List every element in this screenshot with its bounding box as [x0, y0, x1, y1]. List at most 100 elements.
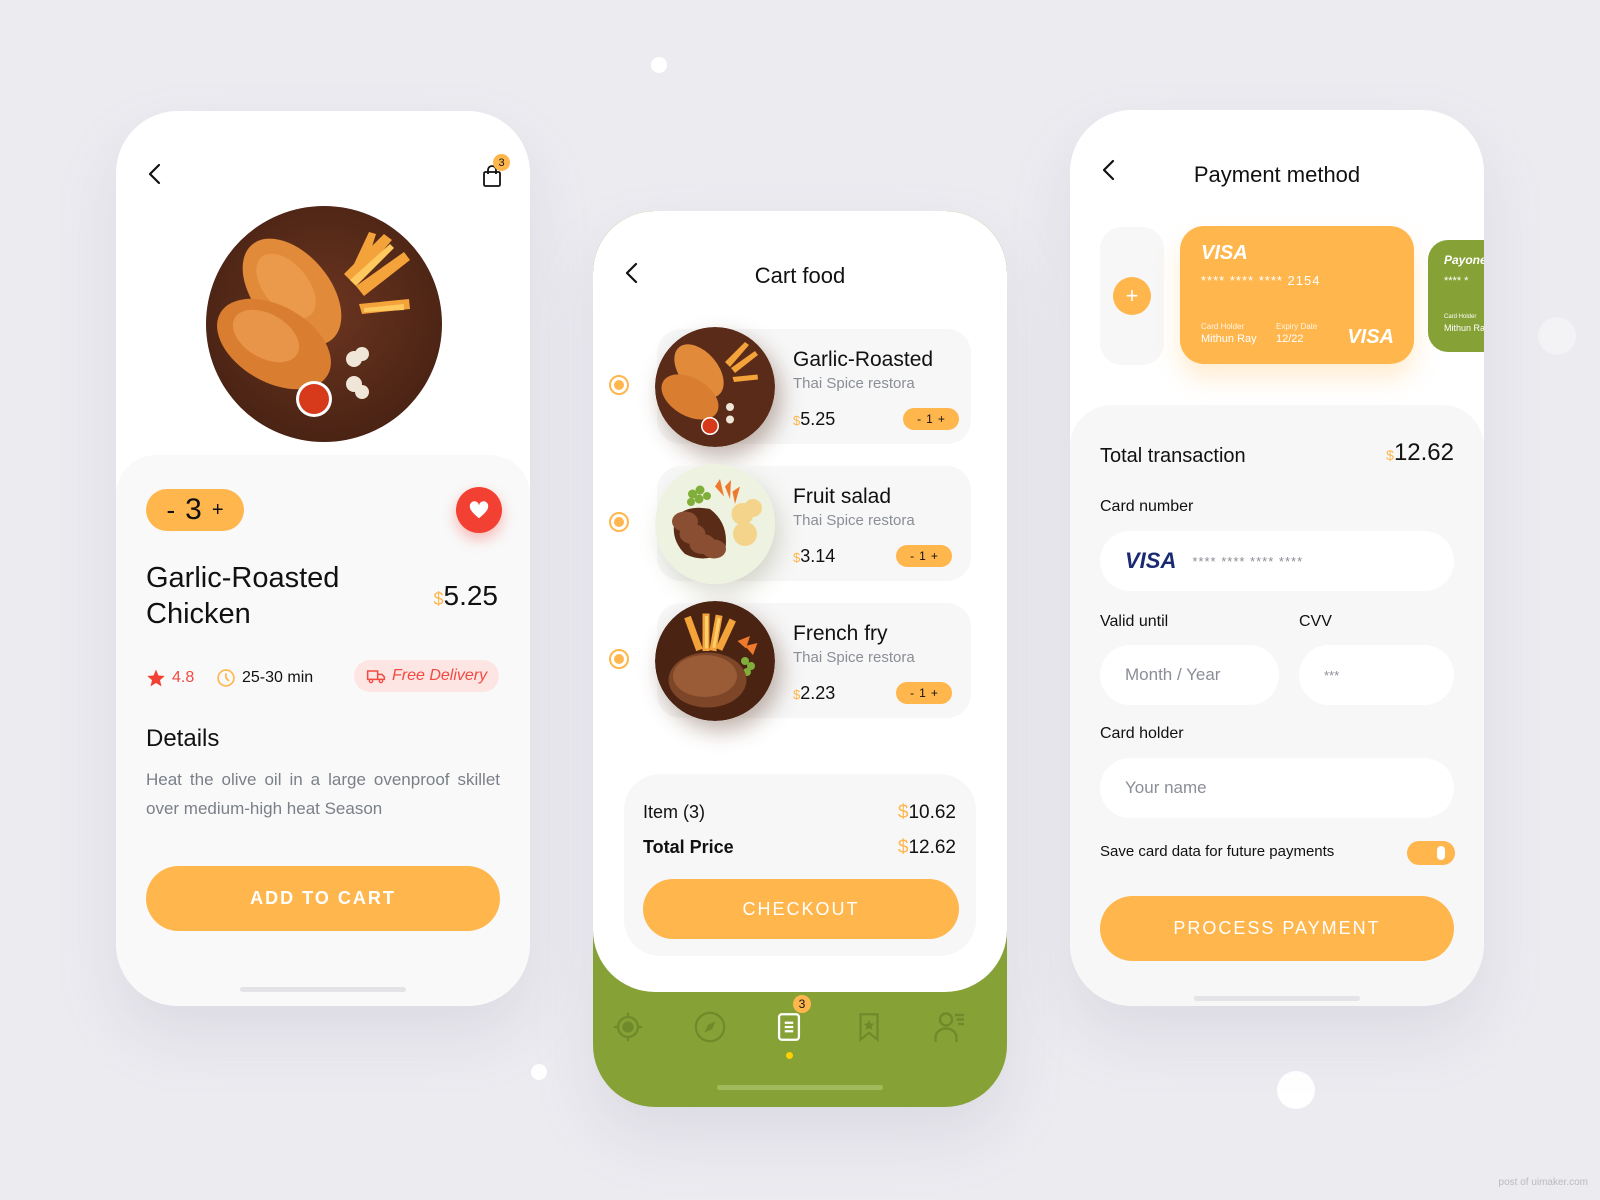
cart-item: French fry Thai Spice restora $2.23 -1 +: [593, 601, 1007, 728]
nav-orders[interactable]: 3: [769, 995, 811, 1059]
bookmark-star-icon: [859, 1013, 879, 1043]
quantity-increase-button[interactable]: +: [212, 499, 224, 522]
qty-decrease[interactable]: -: [910, 686, 914, 700]
page-title: Payment method: [1193, 162, 1361, 187]
rating: 4.8: [146, 668, 194, 688]
expiry-label: Expiry Date: [1276, 322, 1318, 331]
card-holder-label: Card holder: [1100, 725, 1184, 742]
qty-value: 1: [919, 686, 926, 700]
item-select-radio[interactable]: [609, 649, 629, 669]
cart-screen: Cart food Garlic-Roasted Thai Spice rest…: [593, 211, 1007, 1107]
item-price: $5.25: [793, 409, 836, 429]
add-card-tile[interactable]: +: [1100, 227, 1164, 365]
add-card-button[interactable]: +: [1113, 277, 1151, 315]
chicken-dish-image: [655, 327, 775, 447]
truck-icon: [366, 670, 386, 684]
decorative-dot: [1277, 1071, 1315, 1109]
card-number: **** **** **** 2154: [1201, 273, 1321, 288]
checkout-button[interactable]: CHECKOUT: [643, 879, 959, 939]
process-payment-button[interactable]: PROCESS PAYMENT: [1100, 896, 1454, 961]
card-holder-input[interactable]: Your name: [1100, 758, 1454, 818]
fruit-salad-dish-image: [655, 464, 775, 584]
order-list-icon: [777, 1013, 801, 1041]
decorative-dot: [531, 1064, 547, 1080]
quantity-decrease-button[interactable]: -: [166, 495, 175, 526]
decorative-dot: [1538, 317, 1576, 355]
details-text: Heat the olive oil in a large ovenproof …: [146, 770, 500, 818]
items-count-label: Item (3): [643, 802, 706, 822]
nav-discover[interactable]: [690, 1007, 730, 1047]
payment-method-screen: Payment method + VISA **** **** **** 215…: [1070, 110, 1484, 1006]
orders-badge: 3: [793, 995, 811, 1013]
quantity-stepper[interactable]: - 3 +: [146, 489, 244, 531]
card-number-input[interactable]: VISA **** **** **** ****: [1100, 531, 1454, 591]
decorative-dot: [651, 57, 667, 73]
qty-increase[interactable]: +: [931, 549, 938, 563]
location-target-icon: [613, 1012, 643, 1042]
free-delivery-badge: Free Delivery: [354, 660, 500, 692]
details-heading: Details: [146, 725, 220, 752]
cart-panel: Cart food Garlic-Roasted Thai Spice rest…: [593, 211, 1007, 992]
french-fry-dish-image: [655, 601, 775, 721]
total-transaction-label: Total transaction: [1100, 445, 1246, 467]
valid-until-input[interactable]: Month / Year: [1100, 645, 1279, 705]
payoneer-card[interactable]: Payoneer **** * Card Holder Mithun Ra: [1428, 240, 1484, 352]
item-select-radio[interactable]: [609, 375, 629, 395]
order-summary: Item (3) $10.62 Total Price $12.62 CHECK…: [624, 774, 976, 956]
total-price-label: Total Price: [643, 837, 734, 857]
delivery-time: 25-30 min: [216, 668, 313, 688]
item-select-radio[interactable]: [609, 512, 629, 532]
item-quantity-stepper[interactable]: -1 +: [896, 682, 952, 704]
home-indicator: [240, 987, 406, 992]
favorite-button[interactable]: [456, 487, 502, 533]
chicken-dish-image: [206, 206, 442, 442]
nav-profile[interactable]: [929, 1007, 969, 1047]
chevron-left-icon: [148, 163, 161, 185]
item-restaurant: Thai Spice restora: [793, 375, 915, 392]
add-to-cart-button[interactable]: ADD TO CART: [146, 866, 500, 931]
nav-explore-location[interactable]: [608, 1007, 648, 1047]
cart-badge: 3: [493, 154, 510, 171]
product-detail-screen: 3 - 3 + Garlic-Roasted Chicken $5.25 4.8…: [116, 111, 530, 1006]
product-info-panel: - 3 + Garlic-Roasted Chicken $5.25 4.8 2…: [116, 455, 530, 1006]
cvv-label: CVV: [1299, 613, 1332, 630]
back-button[interactable]: [144, 162, 168, 186]
save-card-label: Save card data for future payments: [1100, 843, 1335, 860]
cart-button[interactable]: 3: [480, 154, 510, 188]
qty-decrease[interactable]: -: [910, 549, 914, 563]
profile-icon: [934, 1012, 964, 1042]
item-quantity-stepper[interactable]: -1 +: [903, 408, 959, 430]
visa-icon: VISA: [1125, 548, 1177, 573]
item-price: $3.14: [793, 546, 836, 566]
valid-until-label: Valid until: [1100, 613, 1169, 630]
card-holder-label: Card Holder: [1201, 322, 1245, 331]
card-number-label: Card number: [1100, 498, 1194, 515]
qty-increase[interactable]: +: [931, 686, 938, 700]
visa-card[interactable]: VISA **** **** **** 2154 Card Holder Mit…: [1180, 226, 1414, 364]
item-restaurant: Thai Spice restora: [793, 649, 915, 666]
visa-logo: VISA: [1201, 242, 1248, 264]
star-icon: [147, 669, 165, 687]
qty-value: 1: [926, 412, 933, 426]
product-title: Garlic-Roasted Chicken: [146, 562, 340, 630]
card-holder-label: Card Holder: [1444, 314, 1477, 320]
card-number-placeholder: **** **** **** ****: [1192, 553, 1304, 569]
active-indicator: [786, 1052, 793, 1059]
nav-bookmarks[interactable]: [849, 1007, 889, 1047]
card-holder-name: Mithun Ray: [1201, 333, 1257, 345]
visa-logo: VISA: [1347, 326, 1394, 348]
item-name: Fruit salad: [793, 485, 892, 508]
cvv-input[interactable]: ***: [1299, 645, 1454, 705]
bottom-navigation: 3: [593, 995, 1007, 1067]
cart-item: Garlic-Roasted Thai Spice restora $5.25 …: [593, 327, 1007, 454]
total-transaction-value: $12.62: [1386, 439, 1454, 466]
item-name: Garlic-Roasted: [793, 348, 934, 371]
product-price: $5.25: [433, 580, 498, 611]
qty-increase[interactable]: +: [938, 412, 945, 426]
qty-decrease[interactable]: -: [917, 412, 921, 426]
expiry-date: 12/22: [1276, 333, 1304, 345]
card-holder-name: Mithun Ra: [1444, 323, 1484, 333]
save-card-toggle[interactable]: [1407, 841, 1455, 865]
item-quantity-stepper[interactable]: -1 +: [896, 545, 952, 567]
home-indicator: [1194, 996, 1360, 1001]
